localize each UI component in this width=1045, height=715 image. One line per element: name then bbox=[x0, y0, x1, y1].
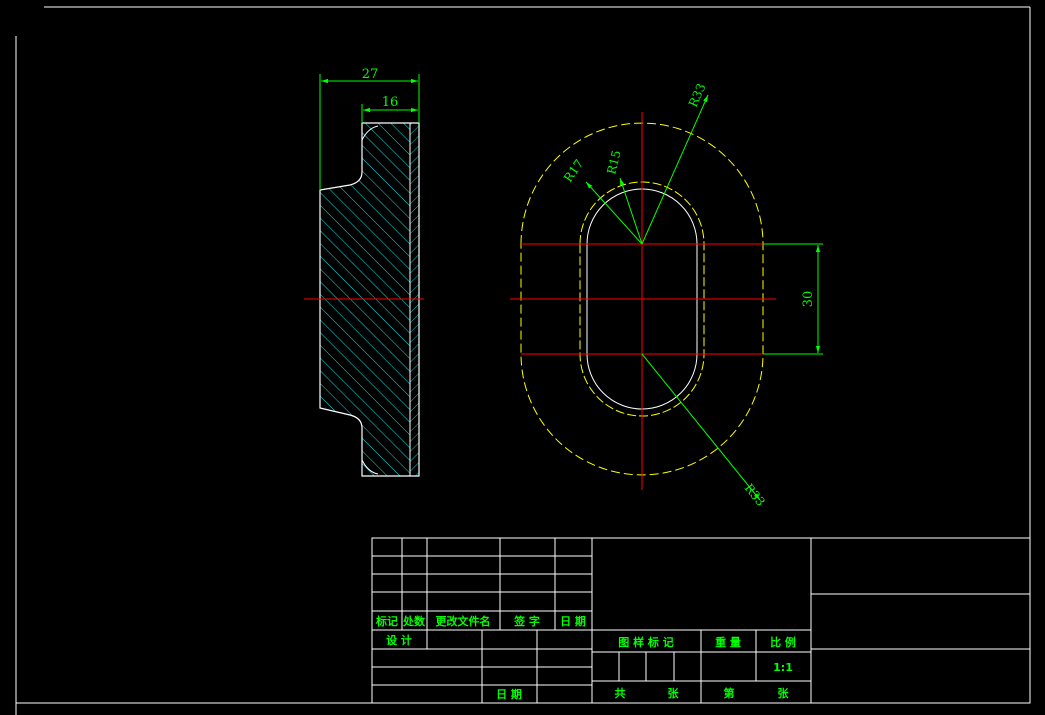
dim-groove-outer-radius bbox=[585, 181, 643, 245]
dim-groove-inner-radius bbox=[619, 177, 643, 245]
scale-value: 1:1 bbox=[773, 661, 793, 674]
page-label: 第 bbox=[724, 686, 735, 700]
rev-header-mark: 标记 bbox=[375, 614, 398, 628]
dim-groove-inner-radius-label: R15 bbox=[604, 149, 623, 176]
section-view: 27 16 bbox=[304, 67, 424, 477]
dim-outer-radius-bottom bbox=[641, 353, 761, 501]
dim-slot-spacing-label: 30 bbox=[801, 291, 816, 308]
dim-outer-radius-bottom-label: R33 bbox=[742, 481, 768, 509]
dim-outer-radius-top bbox=[641, 94, 709, 245]
rev-header-doc-name: 更改文件名 bbox=[436, 614, 491, 628]
rev-header-signature: 签 字 bbox=[513, 614, 540, 628]
design-label: 设 计 bbox=[386, 633, 412, 647]
sheet-border bbox=[15, 6, 1031, 715]
rev-header-count: 处数 bbox=[402, 614, 426, 628]
sheet-unit-label: 张 bbox=[668, 686, 680, 700]
front-view: 30 R33 R33 R17 R15 bbox=[510, 81, 823, 509]
drawing-mark-label: 图 样 标 记 bbox=[618, 635, 674, 649]
front-centerlines bbox=[510, 112, 776, 490]
rev-header-date: 日 期 bbox=[560, 614, 586, 628]
dim-groove-outer-radius-label: R17 bbox=[561, 157, 586, 185]
page-unit-label: 张 bbox=[778, 686, 790, 700]
dim-overall-thickness-label: 27 bbox=[362, 67, 379, 82]
dim-outer-radius-top-label: R33 bbox=[686, 81, 709, 109]
weight-label: 重 量 bbox=[715, 635, 741, 649]
cad-drawing-sheet: 27 16 30 R33 R33 R17 R15 标记 处数 更改文件名 签 字… bbox=[15, 6, 1031, 715]
dim-flange-thickness-label: 16 bbox=[382, 95, 399, 110]
title-block: 标记 处数 更改文件名 签 字 日 期 设 计 日 期 图 样 标 记 重 量 … bbox=[371, 537, 1031, 704]
date-label: 日 期 bbox=[496, 687, 522, 701]
scale-label: 比 例 bbox=[770, 635, 796, 649]
total-label: 共 bbox=[615, 686, 626, 700]
